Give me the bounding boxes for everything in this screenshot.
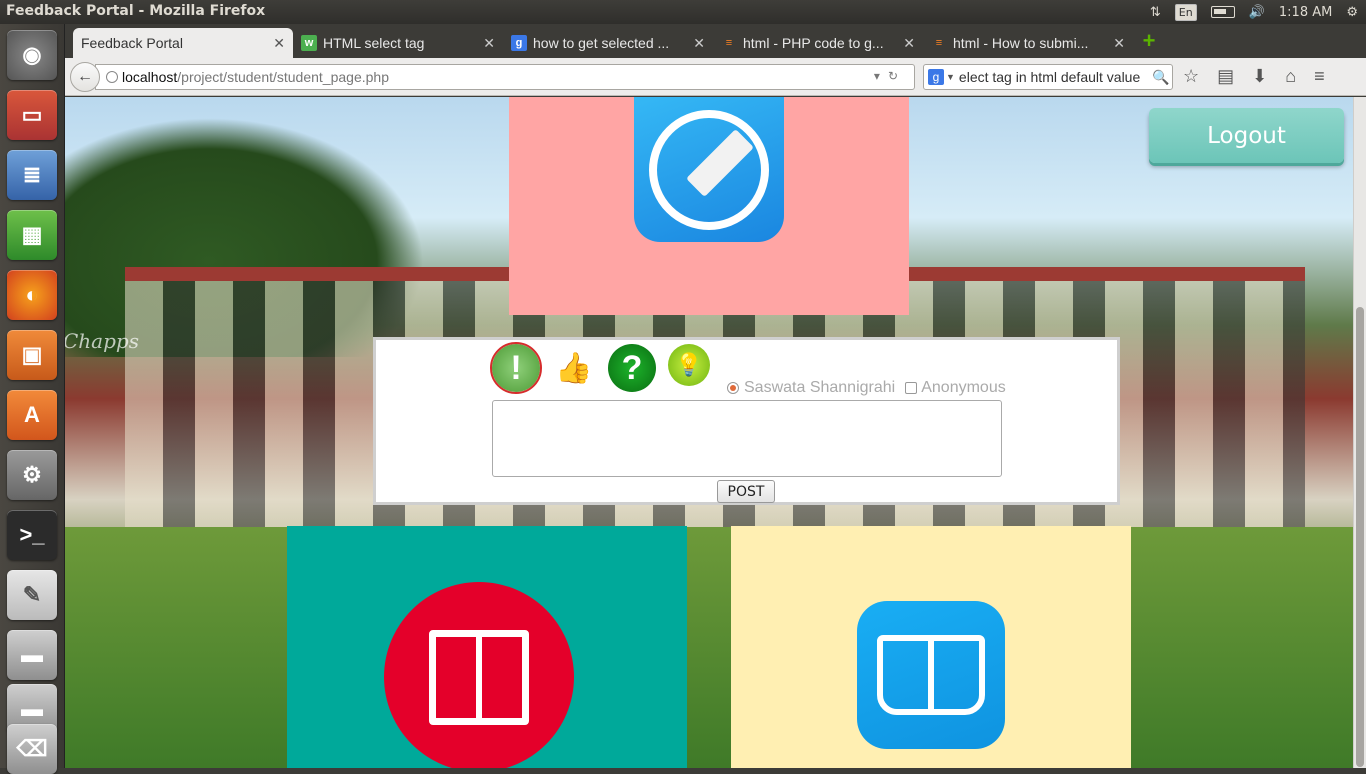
firefox-icon[interactable]: ◐ <box>7 270 57 320</box>
post-button[interactable]: POST <box>717 480 775 503</box>
url-path: /project/student/student_page.php <box>177 69 389 85</box>
url-bar[interactable]: localhost/project/student/student_page.p… <box>95 64 915 90</box>
tab-google-search[interactable]: g how to get selected ... ✕ <box>503 28 713 58</box>
close-icon[interactable]: ✕ <box>693 35 705 52</box>
clock[interactable]: 1:18 AM <box>1279 5 1332 20</box>
page-viewport: Chapps Logout ! 👍 ? 💡 Saswata Shannigrah… <box>65 97 1353 768</box>
toolbar-icons: ☆ ▤ ⬇ ⌂ ≡ <box>1183 66 1325 87</box>
globe-icon <box>106 71 118 83</box>
menu-icon[interactable]: ≡ <box>1314 66 1325 87</box>
network-icon[interactable]: ⇅ <box>1150 5 1161 20</box>
close-icon[interactable]: ✕ <box>483 35 495 52</box>
settings-gear-icon[interactable]: ⚙ <box>1346 5 1358 20</box>
tab-stackoverflow-1[interactable]: ≡ html - PHP code to g... ✕ <box>713 28 923 58</box>
book-reader-icon[interactable] <box>384 582 574 768</box>
thumbs-up-icon[interactable]: 👍 <box>550 344 598 392</box>
search-bar[interactable]: g ▼ elect tag in html default value 🔍 <box>923 64 1173 90</box>
google-search-engine-icon[interactable]: g <box>928 69 944 85</box>
new-tab-plus-icon[interactable]: + <box>1140 30 1158 52</box>
reload-icon[interactable]: ▾↻ <box>874 69 906 83</box>
system-tray: ⇅ En 🔊 1:18 AM ⚙ <box>1150 0 1366 24</box>
close-icon[interactable]: ✕ <box>1113 35 1125 52</box>
stackoverflow-icon: ≡ <box>935 37 943 49</box>
tab-html-select[interactable]: w HTML select tag ✕ <box>293 28 503 58</box>
calc-icon[interactable]: ▦ <box>7 210 57 260</box>
back-arrow-icon: ← <box>77 68 93 85</box>
drive-icon[interactable]: ▬ <box>7 630 57 680</box>
top-app-tile[interactable] <box>509 97 909 315</box>
brand-watermark: Chapps <box>65 329 139 353</box>
library-tile[interactable] <box>731 526 1131 768</box>
url-host: localhost <box>122 69 178 85</box>
lightbulb-icon[interactable]: 💡 <box>668 344 710 386</box>
back-button[interactable]: ← <box>70 62 100 92</box>
feedback-form: ! 👍 ? 💡 Saswata Shannigrahi Anonymous PO… <box>373 337 1120 505</box>
feedback-textarea[interactable] <box>492 400 1002 477</box>
page-scrollbar[interactable] <box>1353 97 1366 768</box>
logout-button[interactable]: Logout <box>1149 108 1344 163</box>
system-settings-icon[interactable]: ⚙ <box>7 450 57 500</box>
keyboard-language-indicator[interactable]: En <box>1174 3 1197 21</box>
exclamation-icon[interactable]: ! <box>490 342 542 394</box>
search-icon[interactable]: 🔍 <box>1150 69 1172 86</box>
writer-icon[interactable]: ≣ <box>7 150 57 200</box>
home-icon[interactable]: ⌂ <box>1285 66 1296 87</box>
volume-icon[interactable]: 🔊 <box>1249 5 1265 20</box>
top-panel: Feedback Portal - Mozilla Firefox ⇅ En 🔊… <box>0 0 1366 24</box>
text-editor-icon[interactable]: ✎ <box>7 570 57 620</box>
reading-tile[interactable] <box>287 526 687 768</box>
anonymous-checkbox[interactable] <box>905 382 918 394</box>
terminal-icon[interactable]: >_ <box>7 510 57 560</box>
close-icon[interactable]: ✕ <box>903 35 915 52</box>
stackoverflow-icon: ≡ <box>725 37 733 49</box>
bookmark-star-icon[interactable]: ☆ <box>1183 66 1199 87</box>
chevron-down-icon[interactable]: ▼ <box>946 72 955 82</box>
background-lawn <box>65 527 1353 768</box>
anonymous-checkbox-label: Anonymous <box>921 379 1006 396</box>
battery-icon[interactable] <box>1210 6 1235 18</box>
search-input[interactable]: elect tag in html default value <box>959 69 1150 85</box>
tab-feedback-portal[interactable]: Feedback Portal ✕ <box>73 28 293 58</box>
impress-icon[interactable]: ▣ <box>7 330 57 380</box>
scrollbar-thumb[interactable] <box>1356 307 1364 767</box>
w3schools-icon: w <box>301 35 317 51</box>
tab-stackoverflow-2[interactable]: ≡ html - How to submi... ✕ <box>923 28 1133 58</box>
feedback-app-icon[interactable] <box>634 97 784 242</box>
close-icon[interactable]: ✕ <box>273 35 285 52</box>
navigation-bar: localhost/project/student/student_page.p… <box>65 58 1366 96</box>
bookmarks-menu-icon[interactable]: ▤ <box>1217 66 1234 87</box>
name-radio[interactable] <box>727 382 739 394</box>
tab-label: html - How to submi... <box>953 35 1089 51</box>
question-icon[interactable]: ? <box>608 344 656 392</box>
open-book-icon[interactable] <box>857 601 1005 749</box>
ubuntu-dash-icon[interactable]: ◉ <box>7 30 57 80</box>
trash-icon[interactable]: ⌫ <box>7 724 57 774</box>
software-center-icon[interactable]: A <box>7 390 57 440</box>
launcher: ◉ ▭ ≣ ▦ ◐ ▣ A ⚙ >_ ✎ ▬ ▬ ⌫ <box>0 24 65 774</box>
tab-label: how to get selected ... <box>533 35 670 51</box>
tab-label: HTML select tag <box>323 35 425 51</box>
files-icon[interactable]: ▭ <box>7 90 57 140</box>
window-title: Feedback Portal - Mozilla Firefox <box>6 3 266 19</box>
identity-options: Saswata Shannigrahi Anonymous <box>727 379 1006 397</box>
name-radio-label: Saswata Shannigrahi <box>744 379 896 396</box>
google-icon: g <box>511 35 527 51</box>
tab-bar: Feedback Portal ✕ w HTML select tag ✕ g … <box>65 24 1366 58</box>
downloads-icon[interactable]: ⬇ <box>1252 66 1267 87</box>
tab-label: html - PHP code to g... <box>743 35 884 51</box>
tab-label: Feedback Portal <box>81 35 183 51</box>
